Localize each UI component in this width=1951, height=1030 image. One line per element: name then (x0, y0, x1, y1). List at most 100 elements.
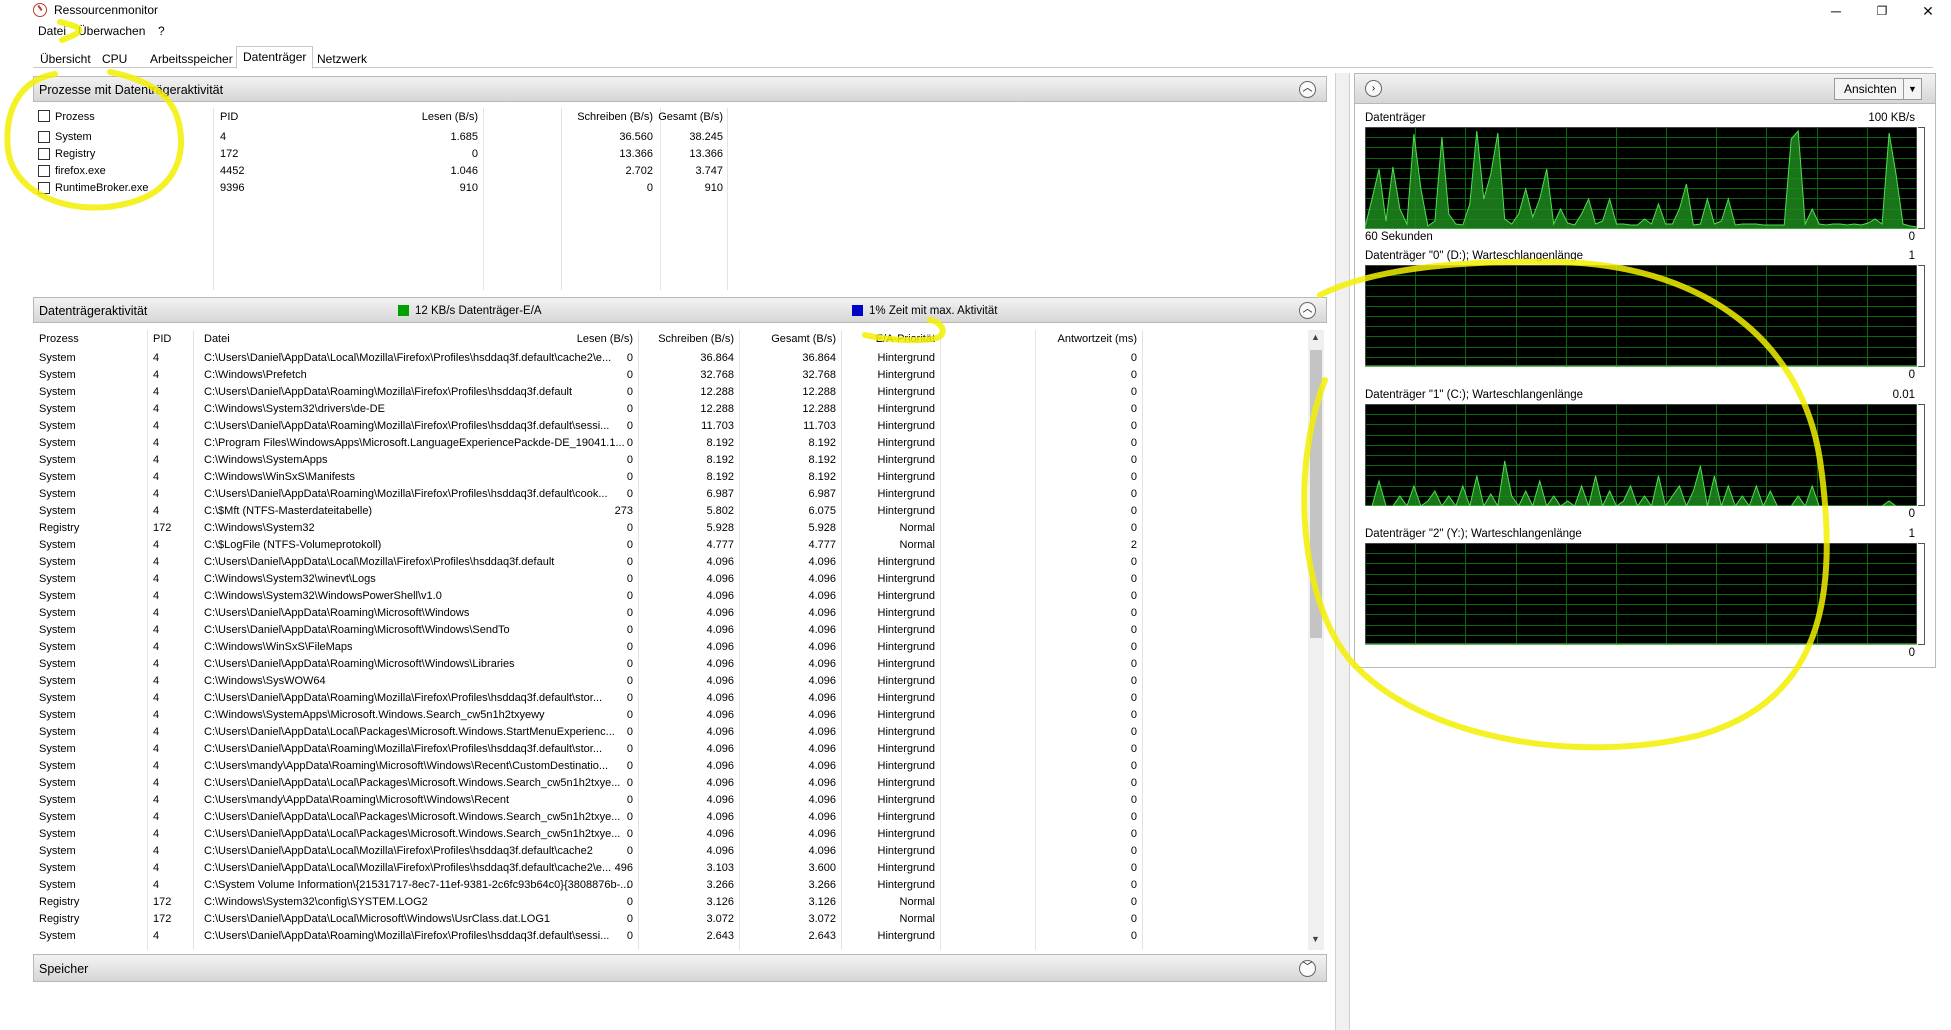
tab-netzwerk[interactable]: Netzwerk (310, 48, 374, 68)
activity-row[interactable]: System 4 C:\Windows\WinSxS\Manifests 0 8.192… (33, 469, 1303, 486)
activity-row[interactable]: Registry 172 C:\Windows\System32 0 5.928 5.92… (33, 520, 1303, 537)
activity-row[interactable]: System 4 C:\Windows\SysWOW64 0 4.096 4.096 Hin… (33, 673, 1303, 690)
col-header-pid[interactable]: PID (153, 333, 171, 345)
col-header-lesen[interactable]: Lesen (B/s) (416, 111, 478, 123)
col-header-schreiben[interactable]: Schreiben (B/s) (643, 333, 734, 345)
process-row[interactable]: Registry 172 0 13.366 13.366 (33, 146, 753, 163)
collapse-icon[interactable]: ︿ (1299, 302, 1316, 319)
activity-row[interactable]: System 4 C:\Users\Daniel\AppData\Local\Pac… (33, 724, 1303, 741)
tab-arbeitsspeicher[interactable]: Arbeitsspeicher (143, 48, 240, 68)
activity-row[interactable]: System 4 C:\Users\mandy\AppData\Roaming\Mi… (33, 792, 1303, 809)
col-header-prozess[interactable]: Prozess (55, 111, 95, 123)
activity-row[interactable]: System 4 C:\Users\Daniel\AppData\Roaming\M… (33, 928, 1303, 945)
col-header-lesen[interactable]: Lesen (B/s) (553, 333, 633, 345)
menu-help[interactable]: ? (158, 24, 165, 38)
activity-row[interactable]: System 4 C:\Users\Daniel\AppData\Roaming\M… (33, 605, 1303, 622)
menu-ueberwachen[interactable]: Überwachen (78, 24, 145, 38)
col-header-schreiben[interactable]: Schreiben (B/s) (533, 111, 653, 123)
process-row[interactable]: RuntimeBroker.exe 9396 910 0 910 (33, 180, 753, 197)
activity-row[interactable]: System 4 C:\Program Files\WindowsApps\Micr… (33, 435, 1303, 452)
graph-title: Datenträger "0" (D:); Warteschlangenläng… (1365, 250, 1584, 262)
process-checkbox[interactable] (38, 182, 50, 194)
activity-row[interactable]: System 4 C:\Users\Daniel\AppData\Local\Moz… (33, 860, 1303, 877)
activity-row[interactable]: System 4 C:\Users\Daniel\AppData\Roaming\M… (33, 741, 1303, 758)
activity-row[interactable]: System 4 C:\Windows\System32\drivers\de-DE… (33, 401, 1303, 418)
activity-scrollbar[interactable]: ▲ ▼ (1308, 330, 1324, 950)
cell: 4 (153, 777, 160, 789)
activity-row[interactable]: System 4 C:\System Volume Information\{215… (33, 877, 1303, 894)
cell: 0 (1130, 726, 1137, 738)
activity-row[interactable]: System 4 C:\Windows\SystemApps\Microsoft.W… (33, 707, 1303, 724)
activity-row[interactable]: System 4 C:\Users\Daniel\AppData\Local\Pac… (33, 809, 1303, 826)
window-title: Ressourcenmonitor (54, 3, 159, 17)
collapse-graph-pane-icon[interactable]: › (1365, 80, 1382, 97)
tab-datentraeger[interactable]: Datenträger (236, 46, 314, 69)
activity-row[interactable]: System 4 C:\Users\mandy\AppData\Roaming\Mi… (33, 758, 1303, 775)
cell: 4 (153, 760, 160, 772)
tab-uebersicht[interactable]: Übersicht (33, 48, 98, 68)
col-header-datei[interactable]: Datei (204, 333, 230, 345)
activity-row[interactable]: System 4 C:\Users\Daniel\AppData\Local\Moz… (33, 350, 1303, 367)
activity-row[interactable]: Registry 172 C:\Windows\System32\config\SY… (33, 894, 1303, 911)
select-all-checkbox[interactable] (38, 110, 50, 122)
activity-row[interactable]: System 4 C:\Windows\SystemApps 0 8.192 8.192 H… (33, 452, 1303, 469)
cell: 0 (1130, 828, 1137, 840)
memory-panel-header[interactable]: Speicher ﹀ (33, 954, 1327, 982)
maximize-button[interactable]: ❐ (1859, 0, 1905, 22)
activity-row[interactable]: System 4 C:\Users\Daniel\AppData\Local\Moz… (33, 554, 1303, 571)
views-button[interactable]: Ansichten ▼ (1834, 78, 1922, 100)
activity-row[interactable]: System 4 C:\Users\Daniel\AppData\Local\Pac… (33, 775, 1303, 792)
cell: System (39, 777, 76, 789)
process-checkbox[interactable] (38, 148, 50, 160)
col-header-gesamt[interactable]: Gesamt (B/s) (753, 333, 836, 345)
activity-row[interactable]: System 4 C:\Users\Daniel\AppData\Roaming\M… (33, 656, 1303, 673)
cell: 9396 (220, 182, 245, 194)
activity-row[interactable]: System 4 C:\Users\Daniel\AppData\Roaming\M… (33, 418, 1303, 435)
activity-row[interactable]: System 4 C:\$Mft (NTFS-Masterdateitabelle)… (33, 503, 1303, 520)
activity-row[interactable]: System 4 C:\Users\Daniel\AppData\Local\Moz… (33, 843, 1303, 860)
activity-row[interactable]: System 4 C:\Windows\System32\winevt\Logs 0 4… (33, 571, 1303, 588)
graph-time-label: 60 Sekunden (1365, 231, 1433, 243)
activity-row[interactable]: System 4 C:\Users\Daniel\AppData\Roaming\M… (33, 622, 1303, 639)
dropdown-arrow-icon[interactable]: ▼ (1903, 79, 1921, 99)
cell: 8.192 (706, 437, 734, 449)
close-button[interactable]: ✕ (1905, 0, 1951, 22)
col-header-pid[interactable]: PID (220, 111, 238, 123)
cell: 4.096 (808, 726, 836, 738)
activity-row[interactable]: System 4 C:\Windows\Prefetch 0 32.768 32.768 H… (33, 367, 1303, 384)
activity-row[interactable]: System 4 C:\Windows\WinSxS\FileMaps 0 4.096 4… (33, 639, 1303, 656)
activity-row[interactable]: System 4 C:\$LogFile (NTFS-Volumeprotokoll… (33, 537, 1303, 554)
scroll-down-icon[interactable]: ▼ (1311, 934, 1320, 944)
tab-cpu[interactable]: CPU (95, 48, 134, 68)
col-header-gesamt[interactable]: Gesamt (B/s) (643, 111, 723, 123)
cell: 4.096 (808, 794, 836, 806)
process-checkbox[interactable] (38, 131, 50, 143)
minimize-button[interactable]: ─ (1813, 0, 1859, 22)
cell: 32.768 (802, 369, 836, 381)
scrollbar-thumb[interactable] (1310, 350, 1322, 638)
cell: 0 (1130, 692, 1137, 704)
col-header-response-time[interactable]: Antwortzeit (ms) (1035, 333, 1137, 345)
activity-row[interactable]: System 4 C:\Users\Daniel\AppData\Roaming\M… (33, 690, 1303, 707)
collapse-icon[interactable]: ︿ (1299, 81, 1316, 98)
cell: 6.987 (706, 488, 734, 500)
activity-row[interactable]: System 4 C:\Users\Daniel\AppData\Roaming\M… (33, 486, 1303, 503)
activity-row[interactable]: System 4 C:\Windows\System32\WindowsPowerS… (33, 588, 1303, 605)
expand-icon[interactable]: ﹀ (1299, 960, 1316, 977)
activity-row[interactable]: System 4 C:\Users\Daniel\AppData\Local\Pac… (33, 826, 1303, 843)
scroll-up-icon[interactable]: ▲ (1311, 332, 1320, 342)
process-row[interactable]: firefox.exe 4452 1.046 2.702 3.747 (33, 163, 753, 180)
cell: 4.096 (808, 760, 836, 772)
activity-row[interactable]: System 4 C:\Users\Daniel\AppData\Roaming\M… (33, 384, 1303, 401)
menu-datei[interactable]: Datei (38, 24, 66, 38)
process-checkbox[interactable] (38, 165, 50, 177)
cell: 4 (153, 403, 160, 415)
pane-splitter[interactable] (1335, 73, 1350, 1030)
process-row[interactable]: System 4 1.685 36.560 38.245 (33, 129, 753, 146)
activity-row[interactable]: Registry 172 C:\Users\Daniel\AppData\Local… (33, 911, 1303, 928)
col-header-priority[interactable]: E/A-Priorität (848, 333, 935, 345)
processes-panel-header[interactable]: Prozesse mit Datenträgeraktivität ︿ (33, 76, 1327, 102)
activity-panel-header[interactable]: Datenträgeraktivität 12 KB/s Datenträger… (33, 297, 1327, 323)
col-header-prozess[interactable]: Prozess (39, 333, 79, 345)
cell: 0 (1130, 386, 1137, 398)
